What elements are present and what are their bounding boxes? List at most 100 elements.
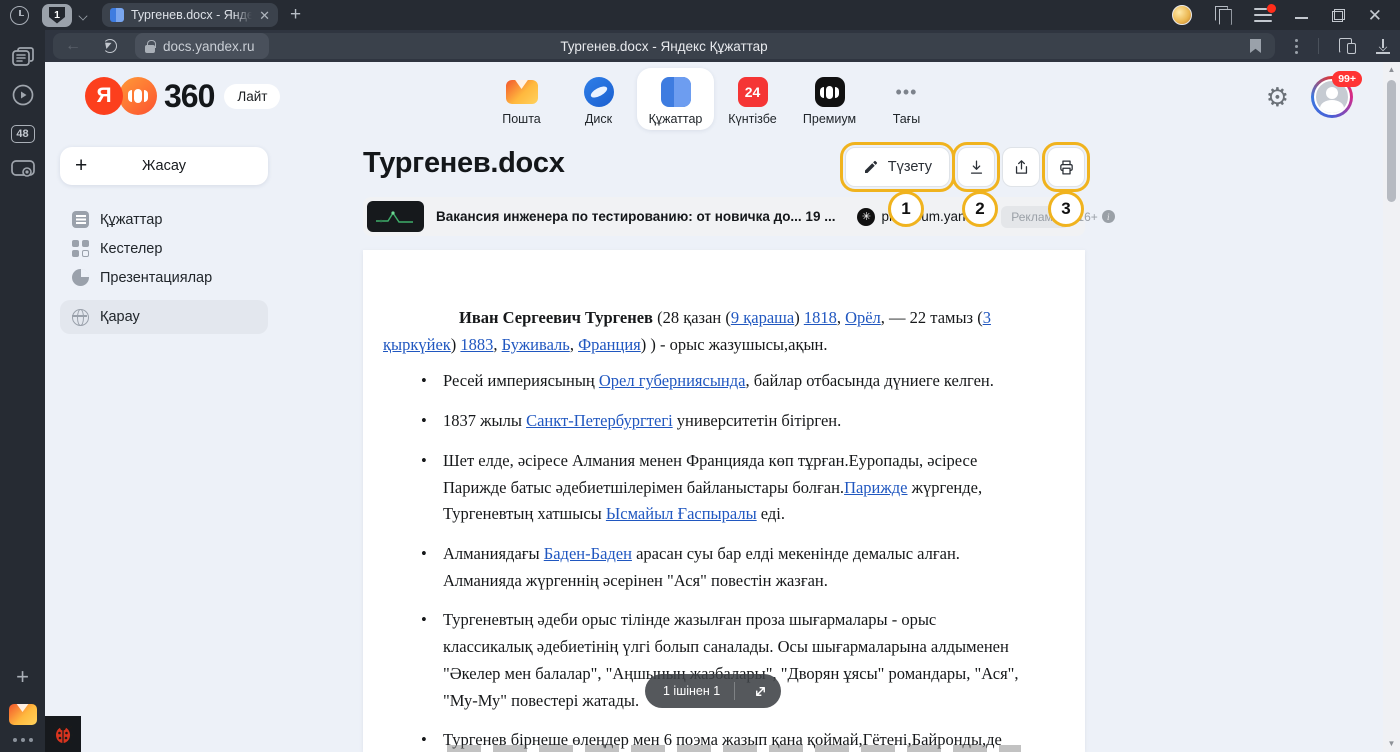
window-minimize-button[interactable] bbox=[1295, 8, 1309, 22]
app-calendar[interactable]: 24 Күнтізбе bbox=[714, 68, 791, 130]
doc-link[interactable]: 1818 bbox=[804, 308, 837, 327]
menu-notification-dot bbox=[1267, 4, 1276, 13]
history-icon[interactable] bbox=[10, 6, 29, 25]
sidebar-item-tables[interactable]: Кестелер bbox=[60, 234, 268, 263]
scrollbar-thumb[interactable] bbox=[1387, 80, 1396, 202]
app-disk[interactable]: Диск bbox=[560, 68, 637, 130]
share-button[interactable] bbox=[1002, 147, 1040, 187]
app-more[interactable]: ••• Тағы bbox=[868, 68, 945, 130]
doc-link[interactable]: Ысмайыл Ғаспыралы bbox=[606, 504, 757, 523]
notification-badge: 99+ bbox=[1332, 71, 1362, 87]
doc-bullet-item: •Шет елде, әсіресе Алмания менен Франция… bbox=[383, 448, 1021, 528]
app-documents[interactable]: Құжаттар bbox=[637, 68, 714, 130]
print-button[interactable] bbox=[1047, 147, 1085, 187]
create-button[interactable]: + Жасау bbox=[60, 147, 268, 185]
expand-fullscreen-icon[interactable] bbox=[745, 676, 775, 706]
download-icon bbox=[968, 159, 985, 176]
page-indicator-label: 1 ішінен 1 bbox=[663, 684, 720, 698]
plus-icon: + bbox=[75, 154, 87, 178]
lite-badge: Лайт bbox=[224, 84, 280, 109]
rail-mail-icon[interactable] bbox=[9, 704, 37, 725]
rail-more-icon[interactable] bbox=[13, 738, 33, 742]
sidebar-item-documents[interactable]: Құжаттар bbox=[60, 205, 268, 234]
page-indicator-pill: 1 ішінен 1 bbox=[645, 674, 781, 708]
debug-extension-tile[interactable] bbox=[45, 716, 81, 752]
browser-menu-icon[interactable] bbox=[1254, 8, 1272, 22]
web-content: Я 360 Лайт Пошта Диск Құжаттар 24 Күнтіз… bbox=[45, 62, 1400, 752]
bullet-marker: • bbox=[421, 727, 427, 752]
download-button[interactable] bbox=[957, 147, 995, 187]
annotation-badge-3: 3 bbox=[1048, 191, 1084, 227]
settings-gear-icon[interactable]: ⚙ bbox=[1266, 84, 1289, 110]
document-toolbar: Тургенев.docx Түзету 1 2 3 bbox=[363, 147, 1085, 188]
logo-360-text: 360 bbox=[164, 78, 214, 115]
scroll-up-icon[interactable]: ▲ bbox=[1388, 66, 1396, 74]
page-scrollbar[interactable]: ▲ ▼ bbox=[1383, 62, 1400, 752]
doc-text: ) bbox=[794, 308, 804, 327]
doc-text: Алманиядағы bbox=[443, 544, 544, 563]
share-icon bbox=[1013, 159, 1030, 176]
logo-360-icon bbox=[119, 77, 157, 115]
mail-app-icon bbox=[506, 80, 538, 104]
calendar-app-icon: 24 bbox=[738, 77, 768, 107]
doc-link[interactable]: Санкт-Петербургтегі bbox=[526, 411, 673, 430]
doc-link[interactable]: 1883 bbox=[460, 335, 493, 354]
speed-badge[interactable]: 48 bbox=[11, 125, 35, 143]
tab-group-chevron-icon[interactable] bbox=[78, 10, 88, 20]
doc-text: , bbox=[570, 335, 578, 354]
collections-icon[interactable] bbox=[1339, 38, 1356, 54]
globe-icon bbox=[72, 309, 89, 326]
document-icon bbox=[72, 211, 89, 228]
rail-add-icon[interactable]: + bbox=[16, 664, 29, 690]
feed-icon[interactable] bbox=[12, 47, 34, 67]
doc-text: еді. bbox=[757, 504, 785, 523]
doc-text: Ресей империясының bbox=[443, 371, 599, 390]
address-bar-row: ← docs.yandex.ru Тургенев.docx - Яндекс … bbox=[45, 30, 1400, 62]
doc-link[interactable]: Орёл bbox=[845, 308, 881, 327]
pie-chart-icon bbox=[72, 269, 89, 286]
browser-tab[interactable]: Тургенев.docx - Яндекс ✕ bbox=[102, 3, 278, 27]
tab-title: Тургенев.docx - Яндекс bbox=[131, 8, 252, 22]
doc-bullet-item: •Алманиядағы Баден-Баден арасан суы бар … bbox=[383, 541, 1021, 594]
app-mail[interactable]: Пошта bbox=[483, 68, 560, 130]
new-tab-button[interactable]: + bbox=[290, 4, 301, 26]
browser-tab-bar: 1 Тургенев.docx - Яндекс ✕ + ✕ bbox=[0, 0, 1400, 30]
more-dots-icon: ••• bbox=[896, 87, 918, 97]
premium-app-icon bbox=[815, 77, 845, 107]
doc-link[interactable]: Франция bbox=[578, 335, 641, 354]
app-switcher: Пошта Диск Құжаттар 24 Күнтізбе Премиум … bbox=[483, 68, 945, 130]
app-premium[interactable]: Премиум bbox=[791, 68, 868, 130]
annotation-badge-2: 2 bbox=[962, 191, 998, 227]
bookmarks-icon[interactable] bbox=[1215, 6, 1231, 24]
screencast-icon[interactable] bbox=[11, 160, 35, 179]
browser-profile-avatar[interactable] bbox=[1172, 5, 1192, 25]
url-bar[interactable]: ← docs.yandex.ru Тургенев.docx - Яндекс … bbox=[53, 33, 1275, 59]
grid-icon bbox=[72, 240, 89, 257]
info-icon: i bbox=[1102, 210, 1115, 223]
tab-group-chip[interactable]: 1 bbox=[42, 4, 72, 27]
address-more-icon[interactable] bbox=[1295, 39, 1298, 54]
practicum-logo-icon: ✳ bbox=[857, 208, 875, 226]
sidebar-item-view[interactable]: Қарау bbox=[60, 300, 268, 334]
downloads-icon[interactable] bbox=[1376, 39, 1390, 54]
window-restore-button[interactable] bbox=[1332, 9, 1345, 22]
doc-text: , bbox=[493, 335, 501, 354]
scroll-down-icon[interactable]: ▼ bbox=[1388, 740, 1396, 748]
divider bbox=[734, 682, 735, 700]
doc-link[interactable]: Парижде bbox=[844, 478, 907, 497]
doc-link[interactable]: Орел губерниясында bbox=[599, 371, 746, 390]
window-close-button[interactable]: ✕ bbox=[1368, 7, 1382, 24]
site-header: Я 360 Лайт Пошта Диск Құжаттар 24 Күнтіз… bbox=[45, 62, 1383, 135]
doc-link[interactable]: Буживаль bbox=[502, 335, 570, 354]
yandex-360-logo[interactable]: Я 360 Лайт bbox=[85, 77, 280, 115]
user-avatar[interactable]: 99+ bbox=[1311, 76, 1353, 118]
doc-link[interactable]: Баден-Баден bbox=[544, 544, 632, 563]
sidebar-item-presentations[interactable]: Презентациялар bbox=[60, 263, 268, 292]
bullet-marker: • bbox=[421, 541, 427, 568]
tab-close-icon[interactable]: ✕ bbox=[259, 9, 270, 22]
doc-link[interactable]: 9 қараша bbox=[731, 308, 794, 327]
edit-button[interactable]: Түзету bbox=[845, 147, 950, 187]
video-icon[interactable] bbox=[12, 84, 34, 106]
print-icon bbox=[1058, 159, 1075, 176]
disk-app-icon bbox=[584, 77, 614, 107]
